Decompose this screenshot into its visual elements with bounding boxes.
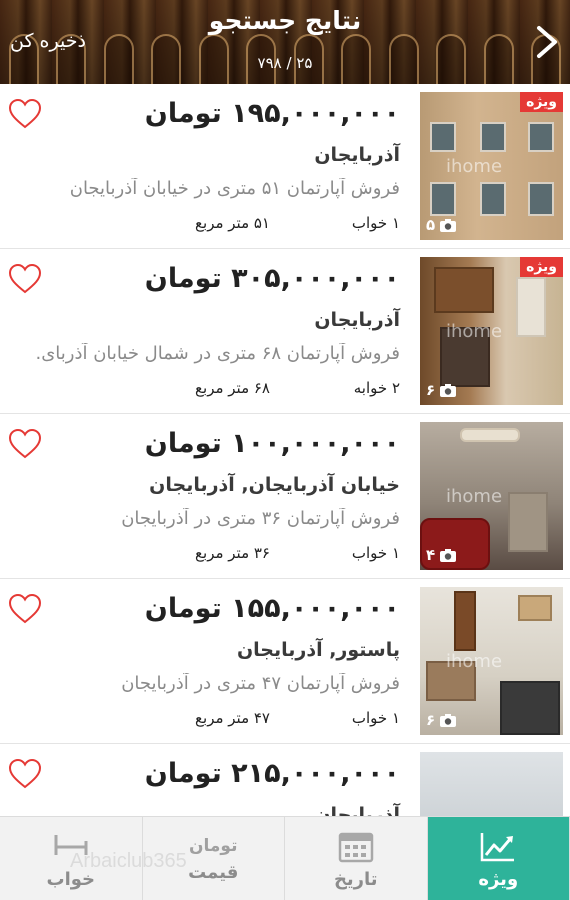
listing-price: ۱۹۵,۰۰۰,۰۰۰ تومان: [144, 98, 400, 129]
photo-watermark: ihome: [446, 156, 503, 177]
heart-icon: [8, 98, 42, 129]
listing-rooms: ۱ خواب: [351, 544, 400, 562]
camera-icon: [440, 218, 457, 232]
listing-title: فروش آپارتمان ۳۶ متری در آذربایجان: [121, 508, 400, 529]
camera-icon: [440, 713, 457, 727]
listing-price: ۳۰۵,۰۰۰,۰۰۰ تومان: [144, 263, 400, 294]
favorite-button[interactable]: [8, 593, 42, 625]
photo-count-value: ۵: [426, 216, 436, 234]
listing-title: فروش آپارتمان ۴۷ متری در آذربایجان: [121, 673, 400, 694]
photo-count: ۶: [426, 381, 457, 399]
favorite-button[interactable]: [8, 98, 42, 130]
listing-price: ۱۵۵,۰۰۰,۰۰۰ تومان: [144, 593, 400, 624]
save-search-button[interactable]: ذخیره کن: [10, 30, 86, 52]
heart-icon: [8, 428, 42, 459]
listing-rooms: ۲ خوابه: [353, 379, 400, 397]
photo-count-value: ۶: [426, 711, 436, 729]
listing-rooms: ۱ خواب: [351, 709, 400, 727]
listing-photo[interactable]: ویژه ihome ۶: [420, 257, 563, 405]
listing-photo[interactable]: ihome ۶: [420, 587, 563, 735]
back-button[interactable]: [530, 22, 564, 62]
listing-list[interactable]: ویژه ihome ۵ ۱۹۵,۰۰۰,۰۰۰ تومان آذربایجان…: [0, 84, 570, 816]
tab-featured-label: ویژه: [478, 868, 519, 890]
favorite-button[interactable]: [8, 758, 42, 790]
listing-title: فروش آپارتمان ۶۸ متری در شمال خیابان آذر…: [35, 343, 400, 364]
photo-watermark: ihome: [446, 321, 503, 342]
listing-location: آذربایجان: [314, 309, 400, 331]
photo-count: ۶: [426, 711, 457, 729]
listing-title: فروش آپارتمان ۵۱ متری در خیابان آذربایجا…: [69, 178, 400, 199]
camera-icon: [440, 548, 457, 562]
listing-area: ۶۸ متر مربع: [195, 379, 270, 397]
camera-icon: [440, 383, 457, 397]
listing-card[interactable]: ویژه ihome ۶ ۳۰۵,۰۰۰,۰۰۰ تومان آذربایجان…: [0, 249, 570, 414]
tab-price-label: قیمت: [188, 861, 239, 883]
photo-count: ۵: [426, 216, 457, 234]
listing-location: آذربایجان: [314, 144, 400, 166]
tab-price-currency: تومان: [189, 835, 238, 856]
favorite-button[interactable]: [8, 428, 42, 460]
header-bar: نتایج جستجو ۲۵ / ۷۹۸ ذخیره کن: [0, 0, 570, 84]
listing-photo[interactable]: ویژه ihome ۵: [420, 92, 563, 240]
featured-badge: ویژه: [520, 92, 563, 112]
photo-count: ۴: [426, 546, 457, 564]
listing-photo[interactable]: ihome ۴: [420, 422, 563, 570]
listing-area: ۵۱ متر مربع: [195, 214, 270, 232]
listing-rooms: ۱ خواب: [351, 214, 400, 232]
photo-count-value: ۴: [426, 546, 436, 564]
chevron-right-icon: [537, 26, 557, 58]
listing-photo[interactable]: [420, 752, 563, 816]
listing-card[interactable]: ihome ۶ ۱۵۵,۰۰۰,۰۰۰ تومان پاستور, آذربای…: [0, 579, 570, 744]
heart-icon: [8, 263, 42, 294]
listing-price: ۱۰۰,۰۰۰,۰۰۰ تومان: [144, 428, 400, 459]
photo-watermark: ihome: [446, 486, 503, 507]
tab-date-label: تاریخ: [333, 868, 378, 890]
trending-chart-icon: [481, 832, 515, 861]
heart-icon: [8, 593, 42, 624]
listing-card[interactable]: ویژه ihome ۵ ۱۹۵,۰۰۰,۰۰۰ تومان آذربایجان…: [0, 84, 570, 249]
listing-card[interactable]: ۲۱۵,۰۰۰,۰۰۰ تومان آذربایجان: [0, 744, 570, 816]
photo-count-value: ۶: [426, 381, 436, 399]
tab-date[interactable]: تاریخ: [285, 817, 428, 900]
photo-watermark: ihome: [446, 651, 503, 672]
favorite-button[interactable]: [8, 263, 42, 295]
featured-badge: ویژه: [520, 257, 563, 277]
heart-icon: [8, 758, 42, 789]
listing-card[interactable]: ihome ۴ ۱۰۰,۰۰۰,۰۰۰ تومان خیابان آذربایج…: [0, 414, 570, 579]
listing-location: خیابان آذربایجان, آذربایجان: [149, 474, 400, 496]
image-watermark: Arbaiclub365: [70, 850, 187, 872]
listing-area: ۳۶ متر مربع: [195, 544, 270, 562]
calendar-icon: [338, 832, 373, 862]
listing-price: ۲۱۵,۰۰۰,۰۰۰ تومان: [144, 758, 400, 789]
listing-location: پاستور, آذربایجان: [236, 639, 400, 661]
tab-featured[interactable]: ویژه: [427, 817, 570, 900]
page-title: نتایج جستجو: [208, 6, 362, 35]
listing-location: آذربایجان: [314, 804, 400, 816]
result-count: ۲۵ / ۷۹۸: [257, 54, 313, 72]
listing-area: ۴۷ متر مربع: [195, 709, 270, 727]
